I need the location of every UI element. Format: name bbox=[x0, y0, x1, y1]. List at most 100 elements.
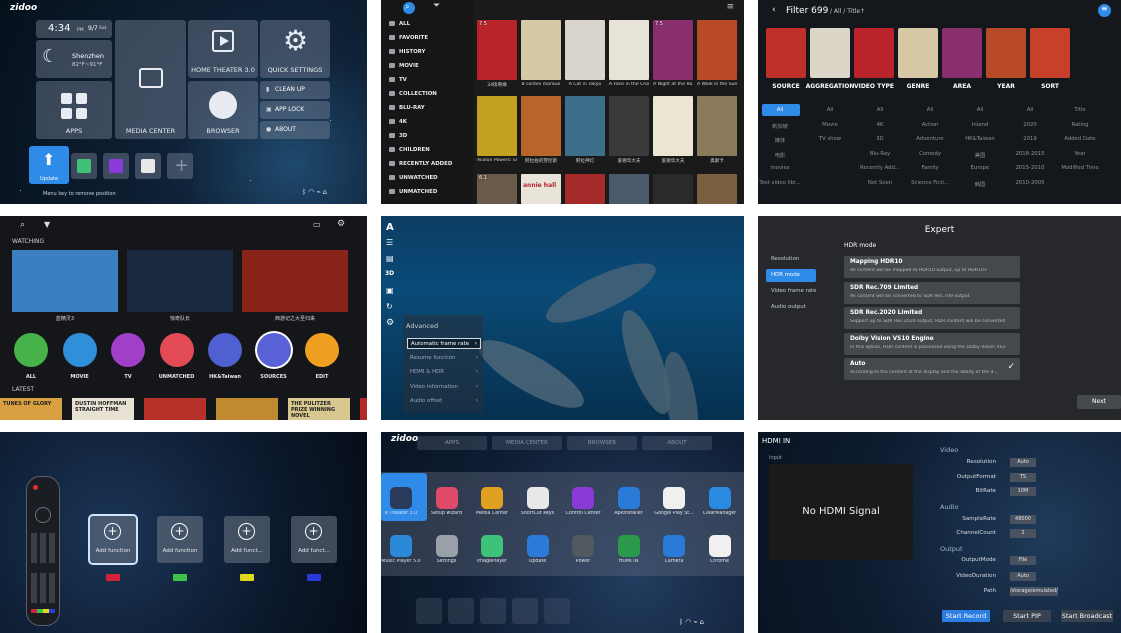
app-icon[interactable] bbox=[481, 535, 503, 557]
library-menu-item[interactable]: TV bbox=[389, 77, 407, 83]
advanced-option[interactable]: Video information › bbox=[407, 382, 481, 393]
watching-thumb[interactable] bbox=[12, 250, 118, 312]
filter-option[interactable]: Title bbox=[1052, 107, 1108, 113]
launcher-tab[interactable]: ABOUT bbox=[642, 436, 712, 450]
dock-image-player[interactable] bbox=[448, 598, 474, 624]
filter-option[interactable]: All bbox=[952, 107, 1008, 113]
equalizer-icon[interactable]: ☰ bbox=[386, 238, 393, 247]
about-button[interactable]: ● ABOUT bbox=[260, 121, 330, 139]
dock-add[interactable] bbox=[544, 598, 570, 624]
app-icon[interactable] bbox=[481, 487, 503, 509]
filter-option[interactable]: Comedy bbox=[902, 151, 958, 157]
filter-option[interactable]: Not Seen bbox=[852, 180, 908, 186]
latest-poster[interactable] bbox=[216, 398, 278, 420]
library-menu-item[interactable]: UNWATCHED bbox=[389, 175, 438, 181]
gear-icon[interactable]: ⚙ bbox=[386, 318, 394, 328]
poster[interactable]: annie hall bbox=[521, 174, 561, 204]
poster[interactable]: 6.1 bbox=[477, 174, 517, 204]
aspect-icon[interactable]: ▣ bbox=[386, 286, 394, 295]
app-icon[interactable] bbox=[708, 535, 731, 557]
poster[interactable] bbox=[697, 174, 737, 204]
chapter-icon[interactable]: ▤ bbox=[386, 254, 394, 263]
poster[interactable] bbox=[697, 20, 737, 80]
quick-settings-tile[interactable]: ⚙ QUICK SETTINGS bbox=[260, 20, 330, 78]
add-function-button[interactable]: + Add function bbox=[90, 516, 136, 563]
hdmi-setting-value[interactable]: 10M bbox=[1010, 487, 1036, 496]
library-menu-item[interactable]: BLU-RAY bbox=[389, 105, 425, 111]
subtitle-icon[interactable]: A bbox=[386, 222, 394, 233]
filter-option[interactable]: Recently Add... bbox=[852, 165, 908, 171]
library-menu-item[interactable]: 4K bbox=[389, 119, 407, 125]
update-shortcut[interactable]: ⬆ Update bbox=[29, 146, 69, 184]
hdmi-setting-value[interactable]: Auto bbox=[1010, 572, 1036, 581]
weather-widget[interactable]: ☾ Shenzhen 82°F~91°F bbox=[36, 40, 112, 78]
poster[interactable] bbox=[653, 96, 693, 156]
poster[interactable] bbox=[609, 174, 649, 204]
media-center-tile[interactable]: MEDIA CENTER bbox=[115, 20, 186, 139]
hdmi-setting-value[interactable]: 48000 bbox=[1010, 515, 1036, 524]
start-broadcast-button[interactable]: Start Broadcast bbox=[1061, 610, 1113, 622]
app-icon[interactable] bbox=[663, 535, 685, 557]
library-menu-item[interactable]: UNMATCHED bbox=[389, 189, 437, 195]
add-function-button[interactable]: + Add function bbox=[157, 516, 203, 563]
filter-option[interactable]: 3D bbox=[852, 136, 908, 142]
clean-up-button[interactable]: ▮ CLEAN UP bbox=[260, 81, 330, 99]
poster[interactable] bbox=[565, 174, 605, 204]
filter-icon[interactable]: ▼ bbox=[44, 220, 50, 229]
app-icon[interactable] bbox=[572, 535, 594, 557]
hdr-option[interactable]: Mapping HDR10 All content will be mapped … bbox=[844, 256, 1020, 278]
poster[interactable] bbox=[565, 96, 605, 156]
app-icon[interactable] bbox=[390, 487, 412, 509]
filter-option[interactable]: Added Date bbox=[1052, 136, 1108, 142]
category-circle[interactable] bbox=[256, 333, 291, 367]
category-circle[interactable] bbox=[62, 333, 97, 367]
category-circle[interactable] bbox=[159, 333, 194, 367]
filter-option[interactable]: All bbox=[902, 107, 958, 113]
poster[interactable] bbox=[609, 20, 649, 80]
latest-poster[interactable] bbox=[360, 398, 367, 420]
category-circle[interactable] bbox=[305, 333, 339, 367]
filter-option[interactable]: Inland bbox=[952, 122, 1008, 128]
filter-category-thumb[interactable] bbox=[810, 28, 850, 78]
filter-option[interactable]: Test video libr... bbox=[758, 180, 808, 186]
filter-option[interactable]: Modified Time bbox=[1052, 165, 1108, 171]
search-icon[interactable]: ⌕ bbox=[20, 220, 25, 230]
app-lock-button[interactable]: ▣ APP LOCK bbox=[260, 101, 330, 119]
advanced-option[interactable]: HDMI & HDR › bbox=[407, 367, 481, 378]
menu-icon[interactable]: ≡ bbox=[726, 2, 734, 12]
storage-icon[interactable]: ▭ bbox=[313, 220, 321, 229]
search-button[interactable]: ⌕ bbox=[403, 2, 415, 14]
dock-control-center[interactable] bbox=[480, 598, 506, 624]
control-center-shortcut[interactable] bbox=[103, 153, 129, 179]
filter-option[interactable]: Action bbox=[902, 122, 958, 128]
poster[interactable] bbox=[653, 174, 693, 204]
hdmi-setting-value[interactable]: TS bbox=[1010, 473, 1036, 482]
advanced-option[interactable]: Audio offset › bbox=[407, 396, 481, 407]
library-menu-item[interactable]: HISTORY bbox=[389, 49, 425, 55]
start-pip-button[interactable]: Start PIP bbox=[1003, 610, 1051, 622]
watching-thumb[interactable] bbox=[127, 250, 233, 312]
filter-option[interactable]: HK&Taiwan bbox=[952, 136, 1008, 142]
filter-option[interactable]: Science Ficti... bbox=[902, 180, 958, 186]
advanced-option[interactable]: Resume function › bbox=[407, 353, 481, 364]
filter-option[interactable]: 4K bbox=[852, 122, 908, 128]
back-arrow-icon[interactable]: ‹ bbox=[772, 5, 776, 15]
hdmi-setting-value[interactable]: Auto bbox=[1010, 458, 1036, 467]
filter-option[interactable]: All bbox=[852, 107, 908, 113]
filter-option[interactable]: 美国 bbox=[952, 151, 1008, 159]
poster[interactable] bbox=[565, 20, 605, 80]
add-function-button[interactable]: + Add funct... bbox=[291, 516, 337, 563]
library-menu-item[interactable]: ALL bbox=[389, 21, 410, 27]
app-icon[interactable] bbox=[617, 535, 640, 557]
app-icon[interactable] bbox=[526, 535, 549, 557]
filter-option[interactable]: 媒体 bbox=[758, 136, 808, 144]
category-circle[interactable] bbox=[111, 333, 145, 367]
hdmi-setting-value[interactable]: 2 bbox=[1010, 529, 1036, 538]
filter-option[interactable]: 2019 bbox=[1002, 136, 1058, 142]
app-icon[interactable] bbox=[390, 535, 412, 557]
dock-shortcut-keys[interactable] bbox=[512, 598, 538, 624]
filter-option[interactable]: 2018-2015 bbox=[1002, 151, 1058, 157]
watching-thumb[interactable] bbox=[242, 250, 348, 312]
app-icon[interactable] bbox=[526, 487, 549, 509]
app-icon[interactable] bbox=[663, 487, 685, 509]
